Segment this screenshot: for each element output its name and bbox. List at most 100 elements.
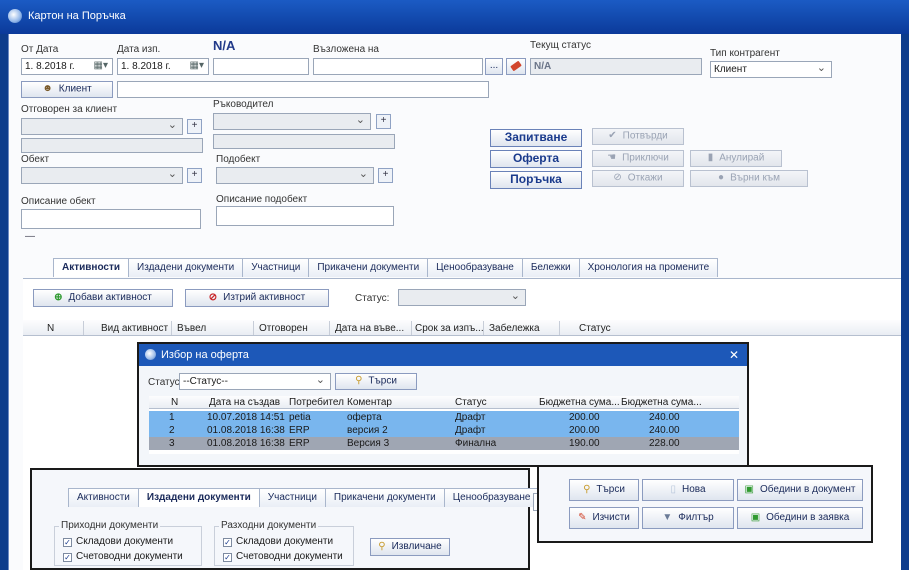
reject-button[interactable]: ⊘ Откажи [592, 170, 684, 187]
tab-activities[interactable]: Активности [53, 258, 130, 277]
assigned-to-browse-button[interactable]: ... [485, 58, 503, 75]
tab-issued-documents[interactable]: Издадени документи [137, 488, 260, 507]
finish-button[interactable]: ☚ Приключи [592, 150, 684, 167]
offer-col-comment[interactable]: Коментар [347, 397, 392, 408]
reject-button-label: Откажи [627, 172, 663, 184]
col-entered-by[interactable]: Въвел [177, 323, 206, 334]
offer-button[interactable]: Оферта [490, 150, 582, 168]
responsible-select[interactable] [21, 118, 183, 135]
check-icon: ✓ [223, 538, 232, 547]
add-responsible-button[interactable]: + [187, 119, 202, 134]
offer-col-user[interactable]: Потребител [289, 397, 344, 408]
col-status[interactable]: Статус [579, 323, 611, 334]
outgoing-accounting-checkbox[interactable]: ✓ Счетоводни документи [223, 551, 343, 562]
object-select[interactable] [21, 167, 183, 184]
tab-change-history[interactable]: Хронология на промените [578, 258, 719, 277]
cell-user: ERP [289, 425, 310, 436]
clear-assigned-button[interactable] [506, 58, 526, 75]
subobject-desc-input[interactable] [216, 206, 394, 226]
tab-notes[interactable]: Бележки [521, 258, 580, 277]
tab-issued-documents[interactable]: Издадени документи [128, 258, 244, 277]
col-responsible[interactable]: Отговорен [259, 323, 308, 334]
new-button[interactable]: ▯ Нова [642, 479, 734, 501]
current-status-label: Текущ статус [530, 40, 591, 51]
order-button[interactable]: Поръчка [490, 171, 582, 189]
incoming-accounting-checkbox[interactable]: ✓ Счетоводни документи [63, 551, 183, 562]
add-activity-label: Добави активност [68, 292, 152, 304]
subobject-desc-label: Описание подобект [216, 194, 308, 205]
col-activity-type[interactable]: Вид активност [101, 323, 168, 334]
contractor-type-select[interactable]: Клиент [710, 61, 832, 78]
object-desc-input[interactable] [21, 209, 201, 229]
outgoing-warehouse-checkbox[interactable]: ✓ Складови документи [223, 536, 333, 547]
delete-activity-button[interactable]: ⊘ Изтрий активност [185, 289, 329, 307]
cell-status: Драфт [455, 425, 486, 436]
manager-select[interactable] [213, 113, 371, 130]
collapse-dash[interactable]: — [25, 231, 35, 242]
incoming-warehouse-checkbox[interactable]: ✓ Складови документи [63, 536, 173, 547]
merge-document-button[interactable]: ▣ Обедини в документ [737, 479, 863, 501]
tab-pricing[interactable]: Ценообразуване [443, 488, 540, 507]
add-manager-button[interactable]: + [376, 114, 391, 129]
table-row[interactable]: 1 10.07.2018 14:51 petia оферта Драфт 20… [149, 411, 739, 424]
col-entry-date[interactable]: Дата на въве... [335, 323, 404, 334]
add-object-button[interactable]: + [187, 168, 202, 183]
tab-pricing[interactable]: Ценообразуване [427, 258, 523, 277]
checkbox-label: Складови документи [76, 536, 174, 547]
search-button[interactable]: ⚲ Търси [569, 479, 639, 501]
check-icon: ✓ [223, 553, 232, 562]
tab-attached-documents[interactable]: Прикачени документи [308, 258, 429, 277]
extract-button[interactable]: ⚲ Извличане [370, 538, 450, 556]
assigned-to-input[interactable] [313, 58, 483, 75]
table-row[interactable]: 3 01.08.2018 16:38 ERP Версия 3 Финална … [149, 437, 739, 450]
offer-col-budget-1[interactable]: Бюджетна сума... [539, 397, 620, 408]
merge-request-button[interactable]: ▣ Обедини в заявка [737, 507, 863, 529]
tab-activities[interactable]: Активности [68, 488, 139, 507]
col-note[interactable]: Забележка [489, 323, 540, 334]
cell-user: ERP [289, 438, 310, 449]
merge-document-label: Обедини в документ [760, 484, 856, 496]
col-deadline[interactable]: Срок за изпъ... [415, 323, 484, 334]
clear-button[interactable]: ✎ Изчисти [569, 507, 639, 529]
dialog-search-button[interactable]: ⚲ Търси [335, 373, 417, 390]
offer-col-budget-2[interactable]: Бюджетна сума... [621, 397, 702, 408]
from-date-value: 1. 8.2018 г. [25, 61, 75, 72]
tab-attached-documents[interactable]: Прикачени документи [324, 488, 445, 507]
col-n[interactable]: N [47, 323, 54, 334]
eraser-icon [510, 60, 522, 72]
subobject-select[interactable] [216, 167, 374, 184]
exec-date-picker[interactable]: 1. 8.2018 г. ▦▾ [117, 58, 209, 75]
check-icon: ✓ [63, 538, 72, 547]
offer-col-created[interactable]: Дата на създав [209, 397, 280, 408]
assigned-to-label: Възложена на [313, 44, 379, 55]
table-row[interactable]: 2 01.08.2018 16:38 ERP версия 2 Драфт 20… [149, 424, 739, 437]
merge-icon: ▣ [744, 484, 754, 495]
tab-participants[interactable]: Участници [258, 488, 326, 507]
cell-comment: Версия 3 [347, 438, 390, 449]
inquiry-button[interactable]: Запитване [490, 129, 582, 147]
offer-col-n[interactable]: N [171, 397, 178, 408]
annul-button[interactable]: ▮ Анулирай [690, 150, 782, 167]
cell-n: 3 [169, 438, 175, 449]
return-to-button[interactable]: ● Върни към [690, 170, 808, 187]
plus-circle-icon: ⊕ [54, 292, 63, 303]
offer-col-status[interactable]: Статус [455, 397, 487, 408]
contractor-type-label: Тип контрагент [710, 48, 780, 59]
dialog-app-icon [145, 349, 156, 360]
from-date-picker[interactable]: 1. 8.2018 г. ▦▾ [21, 58, 113, 75]
client-name-input[interactable] [117, 81, 489, 98]
add-activity-button[interactable]: ⊕ Добави активност [33, 289, 173, 307]
trash-icon: ▮ [707, 152, 714, 163]
add-subobject-button[interactable]: + [378, 168, 393, 183]
dialog-status-select[interactable]: --Статус-- [179, 373, 331, 390]
na-input[interactable] [213, 58, 309, 75]
return-to-button-label: Върни към [730, 172, 780, 184]
activity-status-select[interactable] [398, 289, 526, 306]
confirm-button[interactable]: ✔ Потвърди [592, 128, 684, 145]
user-icon: ☻ [42, 83, 53, 94]
client-button[interactable]: ☻ Клиент [21, 81, 113, 98]
close-icon[interactable]: ✕ [729, 348, 739, 362]
filter-button[interactable]: ▼ Филтър [642, 507, 734, 529]
tab-participants[interactable]: Участници [242, 258, 310, 277]
main-tabs: Активности Издадени документи Участници … [53, 258, 719, 278]
